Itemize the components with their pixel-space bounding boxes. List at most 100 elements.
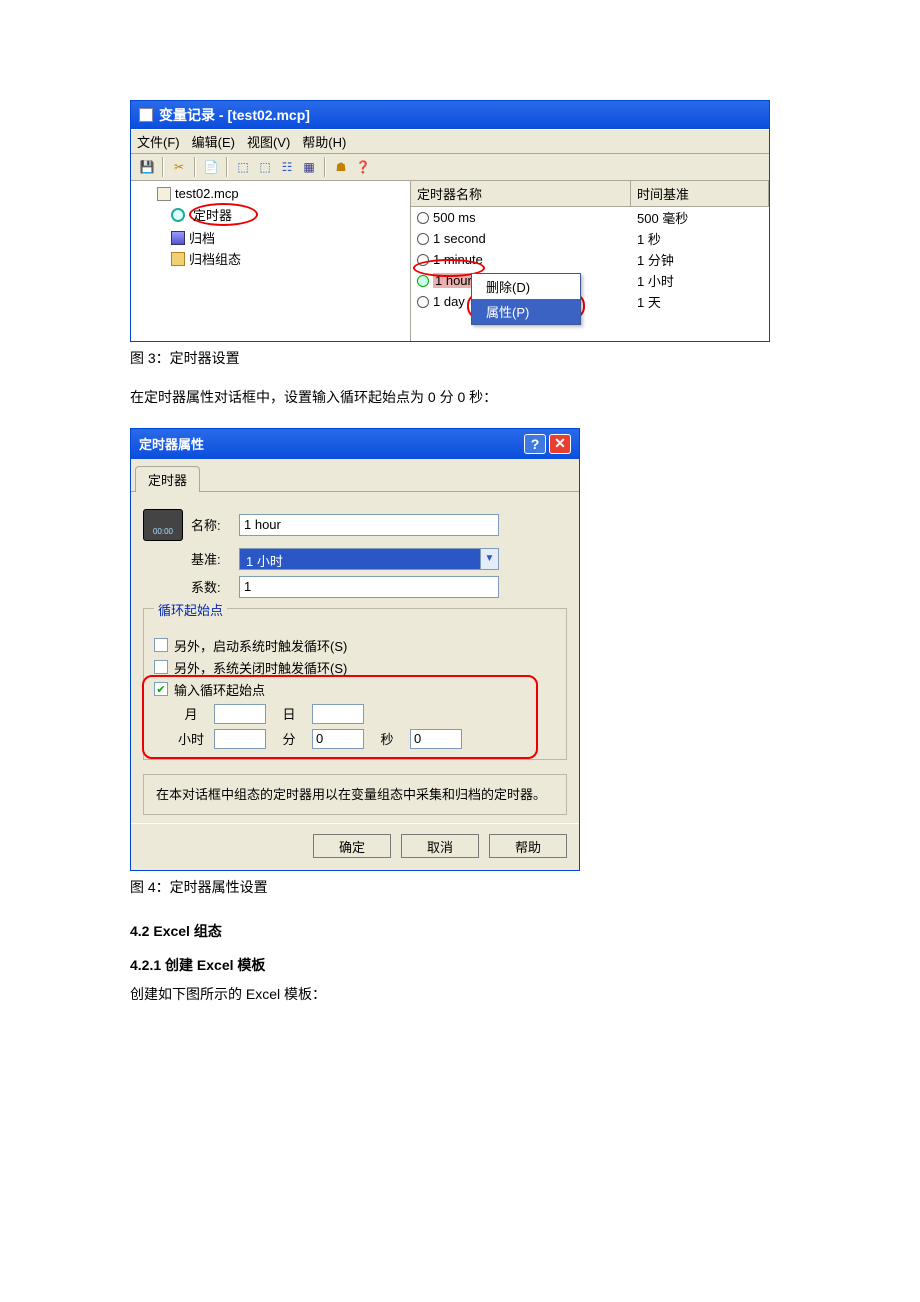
- save-icon[interactable]: 💾: [137, 157, 157, 177]
- checkbox-start-on-boot[interactable]: 另外，启动系统时触发循环(S): [154, 636, 556, 655]
- toolbar-separator: [324, 157, 326, 177]
- toolbar-separator: [226, 157, 228, 177]
- label-second: 秒: [372, 729, 402, 748]
- toolbar-separator: [162, 157, 164, 177]
- timer-row[interactable]: 1 day 1 天: [411, 291, 769, 312]
- checkbox-icon[interactable]: [154, 660, 168, 674]
- tool-icon[interactable]: ⬚: [233, 157, 253, 177]
- window-title: 变量记录 - [test02.mcp]: [159, 105, 310, 125]
- menu-edit[interactable]: 编辑(E): [192, 132, 235, 151]
- menu-properties[interactable]: 属性(P): [472, 299, 580, 324]
- second-input[interactable]: [410, 729, 462, 749]
- copy-icon[interactable]: 📄: [201, 157, 221, 177]
- cut-icon[interactable]: ✂: [169, 157, 189, 177]
- timer-base: 1 分钟: [631, 249, 769, 270]
- help-button-icon[interactable]: ?: [524, 434, 546, 454]
- help-icon[interactable]: ❓: [353, 157, 373, 177]
- stopwatch-icon: [143, 509, 183, 541]
- chevron-down-icon[interactable]: ▼: [480, 549, 498, 569]
- checkbox-label: 另外，系统关闭时触发循环(S): [174, 658, 347, 677]
- timer-name: 1 day: [433, 294, 465, 309]
- checkbox-icon-checked[interactable]: ✔: [154, 682, 168, 696]
- day-input[interactable]: [312, 704, 364, 724]
- timer-row[interactable]: 1 second 1 秒: [411, 228, 769, 249]
- figure-caption-3: 图 3：定时器设置: [130, 348, 790, 368]
- tab-timer[interactable]: 定时器: [135, 466, 200, 492]
- name-input[interactable]: [239, 514, 499, 536]
- cycle-start-group: 循环起始点 另外，启动系统时触发循环(S) 另外，系统关闭时触发循环(S) ✔ …: [143, 608, 567, 760]
- help-button[interactable]: 帮助: [489, 834, 567, 858]
- clock-icon: [171, 208, 185, 222]
- grid-icon[interactable]: ▦: [299, 157, 319, 177]
- body-paragraph: 创建如下图所示的 Excel 模板：: [130, 983, 790, 1007]
- heading-4-2: 4.2 Excel 组态: [130, 921, 790, 941]
- tree-archive-label: 归档: [189, 228, 215, 247]
- tree-archive-config[interactable]: 归档组态: [143, 248, 406, 269]
- label-name: 名称:: [191, 515, 231, 534]
- dialog-title: 定时器属性: [139, 434, 204, 453]
- tree-root[interactable]: test02.mcp: [143, 185, 406, 202]
- tree-view[interactable]: test02.mcp 定时器 归档 归档组态: [131, 181, 411, 341]
- tool-icon[interactable]: ☷: [277, 157, 297, 177]
- base-combo[interactable]: 1 小时 ▼: [239, 548, 499, 570]
- tree-timer[interactable]: 定时器: [143, 202, 406, 227]
- figure-caption-4: 图 4：定时器属性设置: [130, 877, 790, 897]
- timer-row-selected[interactable]: 1 hour 1 小时: [411, 270, 769, 291]
- month-input[interactable]: [214, 704, 266, 724]
- timer-base: 500 毫秒: [631, 207, 769, 228]
- timer-base: 1 秒: [631, 228, 769, 249]
- variable-log-window: 变量记录 - [test02.mcp] 文件(F) 编辑(E) 视图(V) 帮助…: [130, 100, 770, 342]
- label-base: 基准:: [191, 549, 231, 568]
- timer-properties-dialog: 定时器属性 ? ✕ 定时器 名称: 基准:: [130, 428, 580, 872]
- ok-button[interactable]: 确定: [313, 834, 391, 858]
- timer-row[interactable]: 1 minute 1 分钟: [411, 249, 769, 270]
- timer-base: 1 小时: [631, 270, 769, 291]
- window-titlebar: 变量记录 - [test02.mcp]: [131, 101, 769, 129]
- dialog-titlebar: 定时器属性 ? ✕: [131, 429, 579, 459]
- folder-icon: [171, 252, 185, 266]
- col-timer-name[interactable]: 定时器名称: [411, 181, 631, 206]
- menu-view[interactable]: 视图(V): [247, 132, 290, 151]
- timer-list: 定时器名称 时间基准 500 ms 500 毫秒 1 second 1 秒 1 …: [411, 181, 769, 341]
- toolbar: 💾 ✂ 📄 ⬚ ⬚ ☷ ▦ ☗ ❓: [131, 154, 769, 181]
- app-icon: [139, 108, 153, 122]
- label-hour: 小时: [176, 729, 206, 748]
- timer-icon: [417, 233, 429, 245]
- menu-delete[interactable]: 删除(D): [472, 274, 580, 299]
- timer-name: 1 second: [433, 231, 486, 246]
- timer-base: 1 天: [631, 291, 769, 312]
- body-paragraph: 在定时器属性对话框中，设置输入循环起始点为 0 分 0 秒：: [130, 386, 790, 410]
- label-day: 日: [274, 704, 304, 723]
- checkbox-label: 输入循环起始点: [174, 680, 265, 699]
- timer-icon: [417, 296, 429, 308]
- factor-input[interactable]: [239, 576, 499, 598]
- label-minute: 分: [274, 729, 304, 748]
- timer-icon: [417, 275, 429, 287]
- timer-row[interactable]: 500 ms 500 毫秒: [411, 207, 769, 228]
- props-icon[interactable]: ☗: [331, 157, 351, 177]
- tree-archive[interactable]: 归档: [143, 227, 406, 248]
- timer-name: 1 hour: [433, 273, 474, 288]
- close-button-icon[interactable]: ✕: [549, 434, 571, 454]
- hour-input[interactable]: [214, 729, 266, 749]
- timer-name: 500 ms: [433, 210, 476, 225]
- heading-4-2-1: 4.2.1 创建 Excel 模板: [130, 955, 790, 975]
- cancel-button[interactable]: 取消: [401, 834, 479, 858]
- minute-input[interactable]: [312, 729, 364, 749]
- timer-icon: [417, 254, 429, 266]
- label-factor: 系数:: [191, 577, 231, 596]
- info-text: 在本对话框中组态的定时器用以在变量组态中采集和归档的定时器。: [143, 774, 567, 816]
- checkbox-icon[interactable]: [154, 638, 168, 652]
- tree-root-label: test02.mcp: [175, 186, 239, 201]
- checkbox-stop-on-shutdown[interactable]: 另外，系统关闭时触发循环(S): [154, 658, 556, 677]
- col-time-base[interactable]: 时间基准: [631, 181, 769, 206]
- tool-icon[interactable]: ⬚: [255, 157, 275, 177]
- red-highlight-oval: 定时器: [189, 203, 258, 226]
- menu-help[interactable]: 帮助(H): [302, 132, 346, 151]
- timer-icon: [417, 212, 429, 224]
- tree-archive-config-label: 归档组态: [189, 249, 241, 268]
- menu-file[interactable]: 文件(F): [137, 132, 180, 151]
- archive-icon: [171, 231, 185, 245]
- label-month: 月: [176, 704, 206, 723]
- checkbox-input-cycle-start[interactable]: ✔ 输入循环起始点: [154, 680, 556, 699]
